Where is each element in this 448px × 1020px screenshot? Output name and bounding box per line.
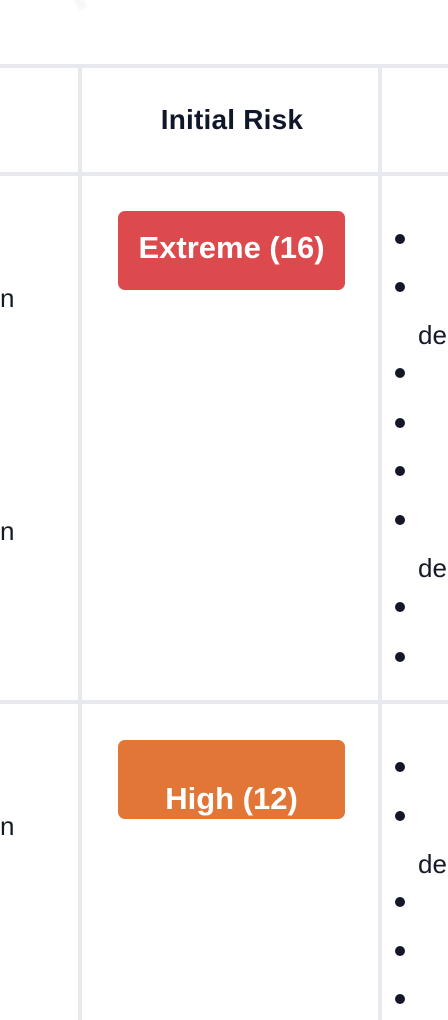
left-cell-text: n — [0, 516, 15, 546]
table-header-initial-risk: Initial Risk — [84, 68, 380, 172]
list-bullet — [395, 652, 405, 662]
list-bullet — [395, 811, 405, 821]
list-item-text: de — [418, 553, 447, 583]
list-bullet — [395, 368, 405, 378]
risk-badge-high: High (12) — [118, 740, 345, 819]
list-bullet — [395, 234, 405, 244]
left-cell-text: n — [0, 811, 15, 841]
list-bullet — [395, 466, 405, 476]
list-bullet — [395, 994, 405, 1004]
list-item-text: de — [418, 320, 447, 350]
list-bullet — [395, 762, 405, 772]
column-divider-left — [78, 64, 82, 1020]
list-bullet — [395, 602, 405, 612]
list-item-text: de — [418, 849, 447, 879]
left-cell-text: n — [0, 283, 15, 313]
list-bullet — [395, 946, 405, 956]
list-bullet — [395, 282, 405, 292]
column-header-label: Initial Risk — [160, 104, 304, 135]
risk-badge-label: High (12) — [165, 781, 298, 816]
list-bullet — [395, 515, 405, 525]
list-bullet — [395, 418, 405, 428]
risk-badge-extreme: Extreme (16) — [118, 211, 345, 290]
column-divider-right — [378, 64, 382, 1020]
risk-badge-label: Extreme (16) — [138, 230, 325, 265]
list-bullet — [395, 897, 405, 907]
